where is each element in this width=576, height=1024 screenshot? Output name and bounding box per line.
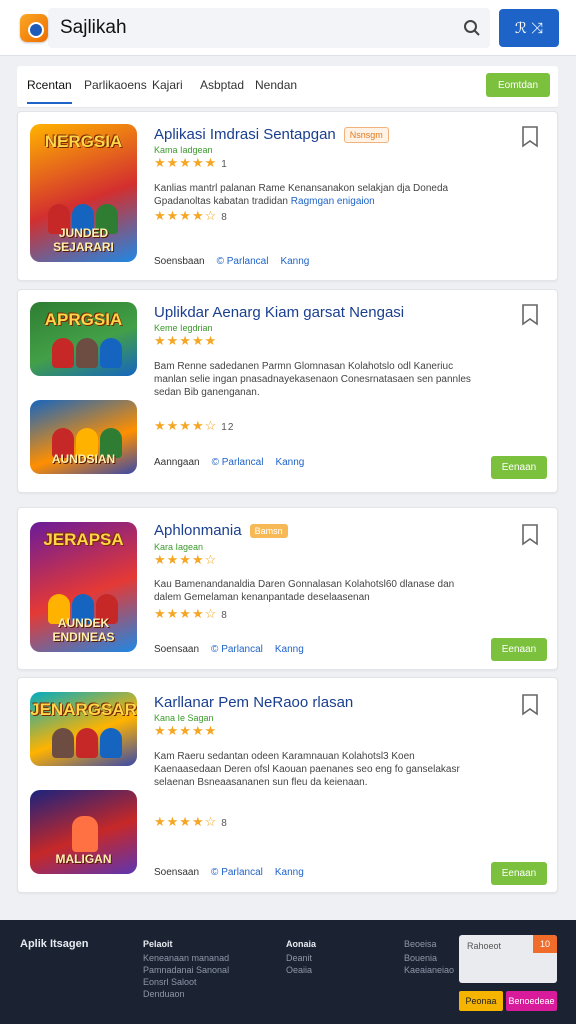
app-badge: Bamsn <box>249 524 288 539</box>
footer-link[interactable]: Kaeaianeiao <box>404 964 454 976</box>
thumbnail-title: JERAPSA <box>43 530 124 549</box>
thumbnail-subtitle: AUNDEK ENDINEAS <box>52 616 115 644</box>
install-button[interactable]: Eenaan <box>491 456 547 479</box>
footer-link[interactable]: Deanit <box>286 952 316 964</box>
info-link[interactable]: Kanng <box>275 867 304 878</box>
permissions-link[interactable]: © Parlancal <box>211 644 263 655</box>
tab-kajari[interactable]: Kajari <box>152 78 183 92</box>
app-meta: Soensbaan © Parlancal Kanng <box>154 256 310 267</box>
developer-name: Kana Ie Sagan <box>154 713 214 723</box>
info-link[interactable]: Kanng <box>280 256 309 267</box>
search-button[interactable] <box>454 10 490 46</box>
app-description: Kanlias mantrl palanan Rame Kenansanakon… <box>154 183 449 207</box>
footer-link[interactable]: Oeaiia <box>286 964 316 976</box>
rating-stars: ★★★★★ <box>154 723 218 738</box>
rating-stars-secondary: ★★★★☆ 8 <box>154 814 228 829</box>
developer-name: Kara Iagean <box>154 542 204 552</box>
thumbnail-title: APRGSIA <box>44 310 123 329</box>
permissions-link[interactable]: © Parlancal <box>212 457 264 468</box>
bookmark-icon[interactable] <box>521 694 539 716</box>
footer-button-secondary[interactable]: Benoedeae <box>506 991 557 1011</box>
rating-stars: ★★★★☆ <box>154 552 218 567</box>
developer-name: Kama Iadgean <box>154 145 213 155</box>
app-title-text: Karllanar Pem NeRaoo rlasan <box>154 694 354 711</box>
description-link: Ragmgan enigaion <box>290 196 375 207</box>
info-link[interactable]: Kanng <box>275 457 304 468</box>
app-meta: Soensaan © Parlancal Kanng <box>154 867 304 878</box>
tab-rcentan[interactable]: Rcentan <box>27 78 72 104</box>
thumbnail-title: JENARGSAR <box>30 700 137 719</box>
footer-column: Pelaoit Keneanaan mananad Pamnadanai San… <box>143 939 230 1000</box>
bookmark-icon[interactable] <box>521 524 539 546</box>
footer-link[interactable]: Denduaon <box>143 988 229 1000</box>
app-card[interactable]: JENARGSAR MALIGAN Karllanar Pem NeRaoo r… <box>17 677 558 893</box>
thumbnail-title: NERGSIA <box>44 132 123 151</box>
newsletter-input[interactable]: Rahoeot 10 <box>459 935 557 983</box>
app-description: Bam Renne sadedanen Parmn Glomnasan Kola… <box>154 361 471 398</box>
app-card[interactable]: NERGSIA JUNDED SEJARARI Aplikasi Imdrasi… <box>17 111 558 281</box>
app-badge: Nsnsgm <box>343 127 389 144</box>
footer-link[interactable]: Pamnadanai Sanonal <box>143 964 229 976</box>
newsletter-submit-button[interactable]: 10 <box>533 935 557 953</box>
thumbnail-subtitle: MALIGAN <box>55 852 112 866</box>
tab-asbptad[interactable]: Asbptad <box>200 78 244 92</box>
rating-stars: ★★★★★ 1 <box>154 155 228 170</box>
app-header: Sajlikah ℛ ⤨ <box>0 0 576 56</box>
permissions-link[interactable]: © Parlancal <box>217 256 269 267</box>
app-title: Sajlikah <box>60 17 127 38</box>
category-tabs: Rcentan Parlikaoens Kajari Asbptad Nenda… <box>17 66 558 108</box>
thumbnail-subtitle: JUNDED SEJARARI <box>53 226 114 254</box>
footer-link[interactable]: Eonsrl Saloot <box>143 976 229 988</box>
app-logo-icon[interactable] <box>20 14 48 42</box>
bookmark-icon[interactable] <box>521 304 539 326</box>
rating-count: 1 <box>221 159 228 170</box>
app-description: Kam Raeru sedantan odeen Karamnauan Kola… <box>154 751 460 788</box>
user-button-label: ℛ ⤨ <box>514 20 544 37</box>
app-card[interactable]: JERAPSA AUNDEK ENDINEAS Aphlonmania Bamsn… <box>17 507 558 670</box>
tab-parlikaoens[interactable]: Parlikaoens <box>84 78 147 92</box>
permissions-link[interactable]: © Parlancal <box>211 867 263 878</box>
rating-stars-secondary: ★★★★☆ 8 <box>154 606 228 621</box>
footer-brand: Aplik Itsagen <box>20 938 89 950</box>
developer-name: Keme Iegdrian <box>154 323 213 333</box>
info-link[interactable]: Kanng <box>275 644 304 655</box>
app-thumbnail[interactable]: APRGSIA <box>30 302 137 376</box>
app-thumbnail[interactable]: MALIGAN <box>30 790 137 874</box>
user-account-button[interactable]: ℛ ⤨ <box>499 9 559 47</box>
app-meta: Aanngaan © Parlancal Kanng <box>154 457 305 468</box>
search-icon <box>464 20 480 36</box>
app-card[interactable]: APRGSIA AUNDSIAN Uplikdar Aenarg Kiam ga… <box>17 289 558 493</box>
app-thumbnail[interactable]: JERAPSA AUNDEK ENDINEAS <box>30 522 137 652</box>
footer-link[interactable]: Keneanaan mananad <box>143 952 229 964</box>
app-title-text: Aphlonmania Bamsn <box>154 522 288 539</box>
tab-nendan[interactable]: Nendan <box>255 78 297 92</box>
app-title-text: Uplikdar Aenarg Kiam garsat Nengasi <box>154 304 405 321</box>
footer-link[interactable]: Bouenia <box>404 952 454 964</box>
install-button[interactable]: Eenaan <box>491 862 547 885</box>
app-description: Kau Bamenandanaldia Daren Gonnalasan Kol… <box>154 579 455 603</box>
footer-column: Beoeisa Bouenia Kaeaianeiao <box>404 939 455 976</box>
footer-button-primary[interactable]: Peonaa <box>459 991 503 1011</box>
app-thumbnail[interactable]: AUNDSIAN <box>30 400 137 474</box>
app-title-text: Aplikasi Imdrasi Sentapgan Nsnsgm <box>154 126 389 144</box>
app-meta: Soensaan © Parlancal Kanng <box>154 644 304 655</box>
install-button[interactable]: Eenaan <box>491 638 547 661</box>
footer-column: Aonaia Deanit Oeaiia <box>286 939 317 976</box>
site-footer: Aplik Itsagen Pelaoit Keneanaan mananad … <box>0 920 576 1024</box>
app-thumbnail[interactable]: JENARGSAR <box>30 692 137 766</box>
filter-button[interactable]: Eomtdan <box>486 73 550 97</box>
app-thumbnail[interactable]: NERGSIA JUNDED SEJARARI <box>30 124 137 262</box>
bookmark-icon[interactable] <box>521 126 539 148</box>
rating-stars: ★★★★★ <box>154 333 218 348</box>
rating-stars-secondary: ★★★★☆ 12 <box>154 418 235 433</box>
thumbnail-subtitle: AUNDSIAN <box>51 452 116 466</box>
rating-stars-secondary: ★★★★☆ 8 <box>154 208 228 223</box>
